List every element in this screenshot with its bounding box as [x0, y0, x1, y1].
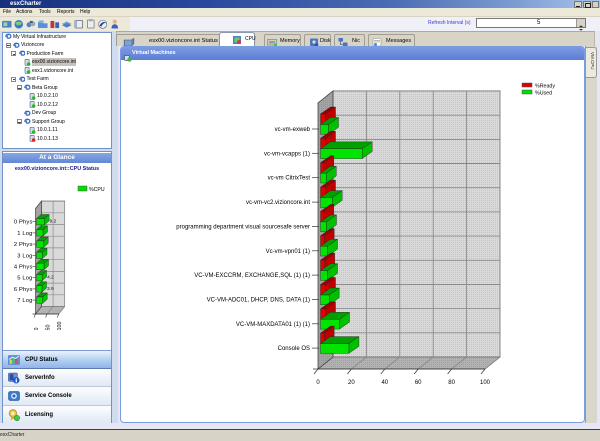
svg-text:Console OS: Console OS — [278, 346, 310, 352]
svg-text:9.2: 9.2 — [50, 219, 57, 225]
svg-text:3 Log: 3 Log — [17, 253, 32, 259]
svg-text:vc-vm CitrixTest: vc-vm CitrixTest — [268, 176, 311, 182]
svg-text:0 Phys: 0 Phys — [14, 220, 33, 226]
svg-text:0: 0 — [34, 328, 40, 331]
svg-text:4.2: 4.2 — [47, 275, 54, 281]
svg-text:%Used: %Used — [535, 91, 552, 97]
svg-text:100: 100 — [57, 322, 63, 331]
svg-text:5 Log: 5 Log — [17, 276, 32, 282]
svg-text:%Ready: %Ready — [535, 84, 555, 90]
svg-text:1 Log: 1 Log — [17, 231, 32, 237]
svg-text:VC-VM-ADC01, DHCP, DNS, DATA (: VC-VM-ADC01, DHCP, DNS, DATA (1) — [207, 298, 310, 304]
svg-text:60: 60 — [415, 380, 422, 386]
svg-text:3.9: 3.9 — [47, 286, 54, 292]
svg-text:vc-vm-exweb: vc-vm-exweb — [275, 127, 311, 133]
svg-text:7 Log: 7 Log — [17, 298, 32, 304]
svg-text:80: 80 — [448, 380, 455, 386]
svg-text:programming department visual: programming department visual sourcesafe… — [176, 224, 310, 230]
svg-text:4 Phys: 4 Phys — [14, 265, 33, 271]
svg-text:0: 0 — [316, 380, 320, 386]
svg-text:Vc-vm-vpn01 (1): Vc-vm-vpn01 (1) — [266, 249, 310, 255]
svg-text:20: 20 — [348, 380, 355, 386]
svg-text:%CPU: %CPU — [89, 187, 105, 193]
svg-text:vc-vm-vcapps (1): vc-vm-vcapps (1) — [264, 151, 310, 157]
svg-text:50: 50 — [46, 325, 52, 331]
svg-text:40: 40 — [381, 380, 388, 386]
svg-text:6 Phys: 6 Phys — [14, 287, 33, 293]
svg-text:VC-VM-EXCCRM, EXCHANGE,SQL (1): VC-VM-EXCCRM, EXCHANGE,SQL (1) (1) — [194, 273, 310, 279]
svg-text:vc-vm-vc2.vizioncore.int: vc-vm-vc2.vizioncore.int — [246, 200, 310, 206]
svg-text:VC-VM-MAXDATA01 (1) (1): VC-VM-MAXDATA01 (1) (1) — [236, 322, 310, 328]
svg-text:2 Phys: 2 Phys — [14, 242, 33, 248]
svg-text:100: 100 — [480, 380, 491, 386]
